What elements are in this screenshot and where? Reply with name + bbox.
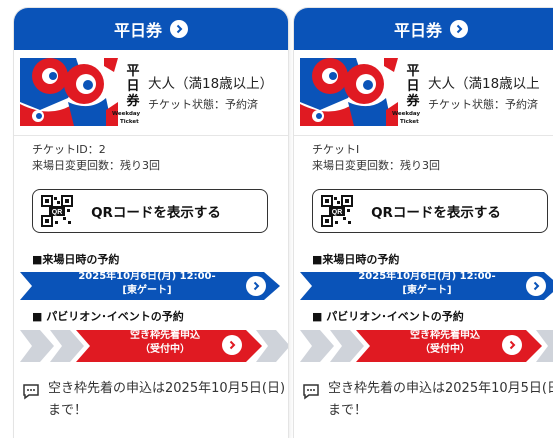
art-title: 平日券 bbox=[406, 64, 420, 109]
show-qr-button[interactable]: QR QRコードを表示する bbox=[32, 189, 268, 233]
ticket-id: チケットID：2 bbox=[32, 143, 106, 156]
art-sub2: Ticket bbox=[400, 119, 419, 125]
ticket-card-2: 平日券 平日券 Weekday Ticket 大人（満18歳以上 チケット状態：… bbox=[294, 8, 553, 438]
header-title: 平日券 bbox=[393, 21, 442, 40]
ticket-status: チケット状態：予約済 bbox=[148, 98, 258, 111]
divider bbox=[294, 135, 553, 136]
ticket-type: 大人（満18歳以上） bbox=[148, 76, 274, 92]
header-title: 平日券 bbox=[113, 21, 162, 40]
visit-section-title: ■来場日時の予約 bbox=[32, 253, 120, 266]
art-sub2: Ticket bbox=[120, 119, 139, 125]
ticket-artwork: 平日券 Weekday Ticket bbox=[20, 58, 150, 126]
speech-bubble-icon bbox=[303, 384, 319, 400]
ticket-id: チケットI bbox=[312, 143, 360, 156]
svg-text:QR: QR bbox=[52, 209, 63, 216]
qr-button-label: QRコードを表示する bbox=[371, 205, 501, 221]
pavilion-btn-line1: 空き枠先着申込 bbox=[130, 330, 200, 341]
ticket-card-1: 平日券 平日券 Weekday Ticket 大人（満18歳以上） チケット状態… bbox=[14, 8, 288, 438]
visit-gate: [東ゲート] bbox=[402, 285, 452, 296]
visit-section-title: ■来場日時の予約 bbox=[312, 253, 400, 266]
chevron-right-icon[interactable] bbox=[502, 335, 522, 355]
pavilion-btn-line2: （受付中） bbox=[140, 344, 190, 355]
card-header[interactable]: 平日券 bbox=[14, 8, 288, 50]
ticket-status: チケット状態：予約済 bbox=[428, 98, 538, 111]
pavilion-apply-button[interactable]: 空き枠先着申込 （受付中） bbox=[110, 329, 220, 357]
chevron-right-icon[interactable] bbox=[450, 20, 468, 38]
art-title: 平日券 bbox=[126, 64, 140, 109]
divider bbox=[14, 135, 288, 136]
visit-datetime: 2025年10月6日(月) 12:00- bbox=[358, 271, 496, 282]
chevron-right-icon[interactable] bbox=[526, 276, 546, 296]
visit-datetime: 2025年10月6日(月) 12:00- bbox=[78, 271, 216, 282]
pavilion-btn-line1: 空き枠先着申込 bbox=[410, 330, 480, 341]
change-count: 来場日変更回数：残り3回 bbox=[32, 159, 160, 172]
notice-text: 空き枠先着の申込は2025年10月5日(日)まで！ bbox=[48, 381, 286, 418]
qr-button-label: QRコードを表示する bbox=[91, 205, 221, 221]
notice-text: 空き枠先着の申込は2025年10月5日(日)まで！ bbox=[328, 381, 553, 418]
ticket-type: 大人（満18歳以上 bbox=[428, 76, 540, 92]
art-sub1: Weekday bbox=[392, 111, 421, 117]
pavilion-btn-line2: （受付中） bbox=[420, 344, 470, 355]
art-sub1: Weekday bbox=[112, 111, 141, 117]
pavilion-apply-button[interactable]: 空き枠先着申込 （受付中） bbox=[390, 329, 500, 357]
pavilion-section-title: ■ パビリオン･イベントの予約 bbox=[32, 310, 184, 323]
chevron-right-icon[interactable] bbox=[246, 276, 266, 296]
speech-bubble-icon bbox=[23, 384, 39, 400]
ticket-artwork: 平日券 Weekday Ticket bbox=[300, 58, 430, 126]
show-qr-button[interactable]: QR QRコードを表示する bbox=[312, 189, 548, 233]
qr-code-icon: QR bbox=[41, 195, 73, 227]
pavilion-section-title: ■ パビリオン･イベントの予約 bbox=[312, 310, 464, 323]
change-count: 来場日変更回数：残り3回 bbox=[312, 159, 440, 172]
chevron-right-icon[interactable] bbox=[170, 20, 188, 38]
chevron-right-icon[interactable] bbox=[222, 335, 242, 355]
visit-gate: [東ゲート] bbox=[122, 285, 172, 296]
card-header[interactable]: 平日券 bbox=[294, 8, 553, 50]
qr-code-icon: QR bbox=[321, 195, 353, 227]
svg-text:QR: QR bbox=[332, 209, 343, 216]
